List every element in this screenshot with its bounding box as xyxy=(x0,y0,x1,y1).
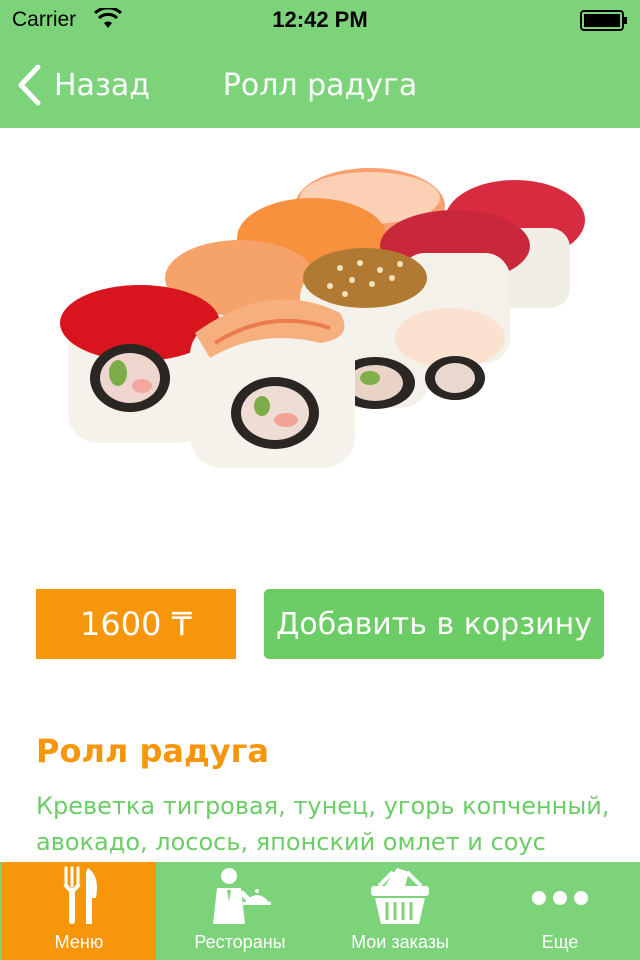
product-description: Креветка тигровая, тунец, угорь копченны… xyxy=(36,792,610,856)
tab-restaurants-label: Рестораны xyxy=(194,932,286,952)
tab-menu[interactable]: Меню xyxy=(2,862,156,960)
fork-knife-icon xyxy=(63,866,97,924)
battery-icon xyxy=(580,10,627,31)
tab-more[interactable]: Еще xyxy=(480,862,640,960)
basket-icon xyxy=(371,868,429,924)
tab-more-label: Еще xyxy=(541,932,579,952)
tab-my-orders-label: Мои заказы xyxy=(351,932,449,952)
tab-restaurants[interactable]: Рестораны xyxy=(160,862,320,960)
tab-bar: Меню Рестораны Мои заказы Еще xyxy=(0,862,640,960)
clock: 12:42 PM xyxy=(272,7,368,32)
status-bar: Carrier 12:42 PM xyxy=(0,0,640,40)
tab-menu-label: Меню xyxy=(54,932,104,952)
add-to-cart-button[interactable]: Добавить в корзину xyxy=(264,589,604,659)
tab-my-orders[interactable]: Мои заказы xyxy=(320,862,480,960)
more-dots-icon xyxy=(532,891,588,905)
navigation-bar: Назад Ролл радуга xyxy=(0,40,640,128)
product-image xyxy=(0,128,640,558)
page-title: Ролл радуга xyxy=(222,68,418,103)
product-name: Ролл радуга xyxy=(36,732,269,770)
price-badge: 1600 ₸ xyxy=(36,589,236,659)
waiter-icon xyxy=(213,868,271,924)
